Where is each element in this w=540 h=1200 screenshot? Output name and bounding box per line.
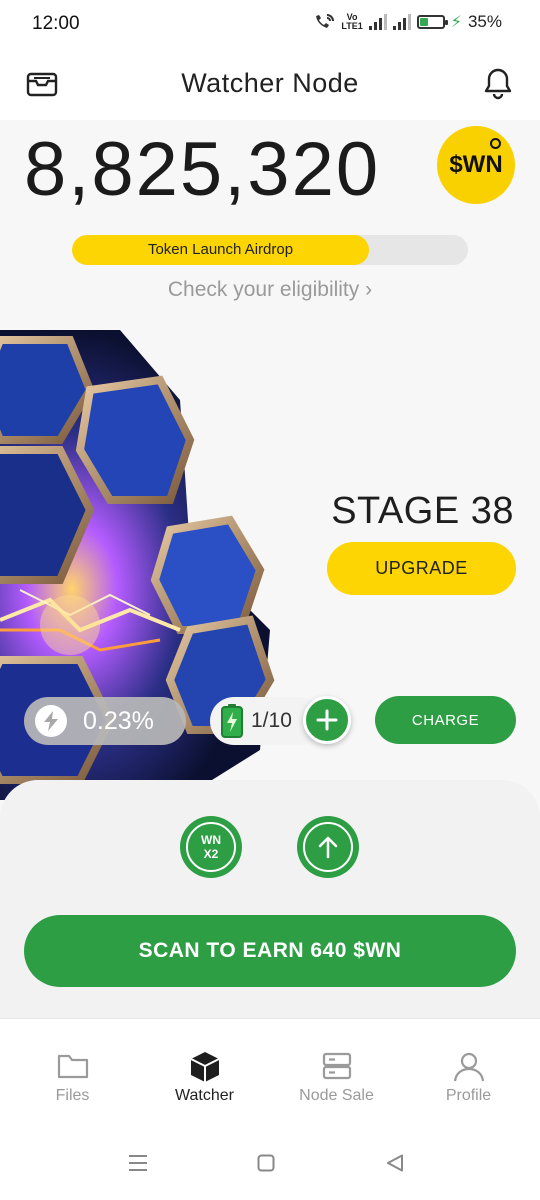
battery-charge-icon [221,704,243,738]
app-header: Watcher Node [0,48,540,120]
nav-label-watcher: Watcher [175,1087,234,1104]
battery-icon [416,15,448,29]
airdrop-label: Token Launch Airdrop [147,241,294,258]
cube-icon [190,1052,219,1082]
token-badge: $WN [437,126,515,204]
system-nav-bar [0,1130,540,1200]
bottom-nav: Files Watcher Node Sale Profile [0,1018,540,1131]
charges-count: 1/10 [251,709,292,732]
mining-speed-pill: 0.23% [24,697,186,745]
nav-item-files[interactable]: Files [5,1019,140,1131]
signal-icon-2 [392,14,411,30]
main-content: 8,825,320 $WN Token Launch Airdrop Check… [0,120,540,1020]
nav-item-node-sale[interactable]: Node Sale [269,1019,404,1131]
volte-bottom: LTE1 [341,21,363,31]
stage-title: STAGE 38 [331,490,514,532]
status-time: 12:00 [32,13,80,34]
multiplier-line2: X2 [203,847,219,861]
back-icon[interactable] [386,1154,404,1177]
arrow-up-icon [318,836,338,859]
scan-to-earn-button[interactable]: SCAN TO EARN 640 $WN [24,915,516,987]
battery-percent: 35% [467,12,502,31]
nav-label-files: Files [55,1087,90,1104]
recents-icon[interactable] [128,1154,148,1177]
multiplier-label: WN X2 [201,833,221,861]
home-icon[interactable] [257,1154,275,1177]
mining-speed-value: 0.23% [83,706,154,735]
chevron-right-icon: › [365,278,373,301]
server-icon [322,1052,351,1080]
battery-fill [419,18,429,26]
page-title: Watcher Node [181,68,359,98]
charge-button[interactable]: CHARGE [375,696,516,744]
eligibility-text: Check your eligibility [167,278,360,301]
upload-button[interactable] [297,816,359,878]
status-icons: Vo LTE1 ⚡ 35% [313,12,502,32]
balance-amount: 8,825,320 [24,127,381,212]
action-panel: WN X2 SCAN TO EARN 640 $WN [0,780,540,1020]
person-icon [453,1052,484,1082]
status-bar: 12:00 Vo LTE1 ⚡ 35% [0,0,540,48]
signal-icon-1 [368,14,387,30]
lightning-icon [35,705,67,737]
volte-icon: Vo LTE1 [341,13,362,31]
nav-item-profile[interactable]: Profile [401,1019,536,1131]
upgrade-button[interactable]: UPGRADE [327,542,516,595]
bell-icon[interactable] [482,66,514,100]
charging-icon: ⚡ [450,14,462,31]
folder-icon [57,1054,88,1079]
multiplier-button[interactable]: WN X2 [180,816,242,878]
add-charge-button[interactable] [303,696,351,744]
nav-item-watcher[interactable]: Watcher [137,1019,272,1131]
airdrop-progress-bar[interactable]: Token Launch Airdrop [72,235,468,265]
wifi-calling-icon [316,14,335,28]
multiplier-line1: WN [201,833,221,847]
plus-icon [316,709,338,731]
nav-label-profile: Profile [445,1087,492,1104]
nav-label-node-sale: Node Sale [299,1087,374,1104]
check-eligibility-link[interactable]: Check your eligibility › [0,278,540,302]
